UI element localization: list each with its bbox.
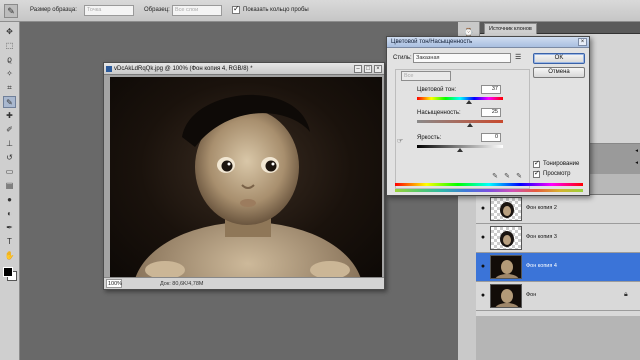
lightness-label: Яркость: <box>417 135 442 141</box>
hue-label: Цветовой тон: <box>417 87 457 93</box>
layer-thumbnail <box>490 284 522 308</box>
sample-label: Образец: <box>144 7 170 13</box>
dialog-close-button[interactable]: × <box>578 38 587 46</box>
side-tab-indicator-2[interactable]: ◂ <box>635 160 638 166</box>
baby-photo <box>135 94 361 277</box>
pen-tool-icon[interactable]: ✒ <box>3 222 16 234</box>
visibility-eye-icon[interactable]: ● <box>479 234 487 242</box>
layer-thumbnail <box>490 197 522 221</box>
type-tool-icon[interactable]: T <box>3 236 16 248</box>
close-button[interactable]: × <box>374 65 382 73</box>
source-color-bar <box>395 183 583 186</box>
sample-size-select[interactable]: Точка <box>84 5 134 16</box>
magic-wand-tool-icon[interactable]: ✧ <box>3 68 16 80</box>
saturation-input[interactable]: 25 <box>481 108 501 117</box>
document-title: vDcAkLdRqQk.jpg @ 100% (Фон копия 4, RGB… <box>114 66 253 72</box>
layer-name: Фон копия 3 <box>526 234 557 240</box>
preview-label: Просмотр <box>543 171 571 177</box>
eyedropper-minus-icon[interactable]: ✎ <box>515 173 523 181</box>
result-color-bar <box>395 189 583 192</box>
history-brush-tool-icon[interactable]: ↺ <box>3 152 16 164</box>
eraser-tool-icon[interactable]: ▭ <box>3 166 16 178</box>
layer-thumbnail <box>490 255 522 279</box>
gradient-tool-icon[interactable]: ▤ <box>3 180 16 192</box>
layer-name: Фон копия 4 <box>526 263 557 269</box>
dialog-titlebar[interactable]: Цветовой тон/Насыщенность × <box>387 37 589 48</box>
lasso-tool-icon[interactable]: ϱ <box>3 54 16 66</box>
clone-stamp-tool-icon[interactable]: ⊥ <box>3 138 16 150</box>
visibility-eye-icon[interactable]: ● <box>479 263 487 271</box>
dodge-tool-icon[interactable]: ◐ <box>3 208 16 220</box>
marquee-tool-icon[interactable]: ⬚ <box>3 40 16 52</box>
visibility-eye-icon[interactable]: ● <box>479 292 487 300</box>
move-tool-icon[interactable]: ✥ <box>3 26 16 38</box>
brush-tool-icon[interactable]: ✐ <box>3 124 16 136</box>
layer-row[interactable]: ● Фон копия 2 <box>476 195 640 224</box>
layers-panel-footer <box>476 316 640 360</box>
hue-slider-thumb[interactable] <box>465 100 472 104</box>
zoom-field[interactable]: 100% <box>106 279 122 288</box>
layer-thumbnail <box>490 226 522 250</box>
document-statusbar: 100% Док: 80,6K/4,78M <box>104 277 384 289</box>
preset-options-icon[interactable]: ☰ <box>515 53 521 61</box>
show-ring-label: Показать кольцо пробы <box>243 7 309 13</box>
crop-tool-icon[interactable]: ⌗ <box>3 82 16 94</box>
layer-row[interactable]: ● Фон копия 3 <box>476 224 640 253</box>
blur-tool-icon[interactable]: ● <box>3 194 16 206</box>
preview-checkbox[interactable] <box>533 169 540 178</box>
healing-brush-tool-icon[interactable]: ✚ <box>3 110 16 122</box>
document-titlebar[interactable]: vDcAkLdRqQk.jpg @ 100% (Фон копия 4, RGB… <box>104 63 384 75</box>
eyedropper-tool-icon[interactable]: ✎ <box>3 96 16 108</box>
sample-size-label: Размер образца: <box>30 7 77 13</box>
document-canvas[interactable] <box>110 77 382 277</box>
layer-name: Фон <box>526 292 537 298</box>
visibility-eye-icon[interactable]: ● <box>479 205 487 213</box>
side-tab-indicator[interactable]: ◂ <box>635 148 638 154</box>
style-select[interactable]: Заказная <box>413 53 511 63</box>
lightness-input[interactable]: 0 <box>481 133 501 142</box>
channel-select[interactable]: Все <box>401 71 451 81</box>
document-info[interactable]: Док: 80,6K/4,78M <box>160 281 204 287</box>
colorize-checkbox[interactable] <box>533 159 540 168</box>
options-bar: ✎ Размер образца: Точка Образец: Все сло… <box>0 0 640 22</box>
foreground-color-swatch[interactable] <box>3 267 13 277</box>
hue-slider-track[interactable] <box>417 97 503 100</box>
show-ring-checkbox[interactable] <box>232 4 240 14</box>
hue-saturation-dialog: Цветовой тон/Насыщенность × Стиль: Заказ… <box>386 36 590 196</box>
lock-icon: 🔒︎ <box>624 291 628 298</box>
style-label: Стиль: <box>393 55 412 61</box>
hand-tool-icon[interactable]: ✋ <box>3 250 16 262</box>
lightness-slider-thumb[interactable] <box>457 148 463 152</box>
saturation-slider-track[interactable] <box>417 120 503 123</box>
document-window: vDcAkLdRqQk.jpg @ 100% (Фон копия 4, RGB… <box>103 62 385 290</box>
minimize-button[interactable]: – <box>354 65 362 73</box>
layer-name: Фон копия 2 <box>526 205 557 211</box>
eyedropper-tool-icon[interactable]: ✎ <box>4 4 18 18</box>
layers-panel: ● Фон копия 2 ● Фон копия 3 ● Фон копия … <box>476 194 640 316</box>
cancel-button[interactable]: Отмена <box>533 67 585 78</box>
photoshop-doc-icon <box>106 66 112 72</box>
target-adjust-icon[interactable]: ☞ <box>397 137 403 145</box>
layer-row[interactable]: ● Фон 🔒︎ <box>476 282 640 311</box>
layer-row-selected[interactable]: ● Фон копия 4 <box>476 253 640 282</box>
saturation-slider-thumb[interactable] <box>467 123 474 127</box>
hue-input[interactable]: 37 <box>481 85 501 94</box>
tab-clone-source[interactable]: Источник клонов <box>484 23 537 34</box>
toolbox: ✥ ⬚ ϱ ✧ ⌗ ✎ ✚ ✐ ⊥ ↺ ▭ ▤ ● ◐ ✒ T ✋ <box>0 22 20 360</box>
eyedropper-plus-icon[interactable]: ✎ <box>503 173 511 181</box>
adjustment-group <box>395 69 530 189</box>
dialog-title: Цветовой тон/Насыщенность <box>391 39 473 45</box>
sample-layers-select[interactable]: Все слои <box>172 5 222 16</box>
colorize-label: Тонирование <box>543 161 580 167</box>
eyedropper-icon[interactable]: ✎ <box>491 173 499 181</box>
ok-button[interactable]: OK <box>533 53 585 64</box>
panel-tab-header: Источник клонов <box>480 22 640 34</box>
saturation-label: Насыщенность: <box>417 110 461 116</box>
maximize-button[interactable]: □ <box>364 65 372 73</box>
